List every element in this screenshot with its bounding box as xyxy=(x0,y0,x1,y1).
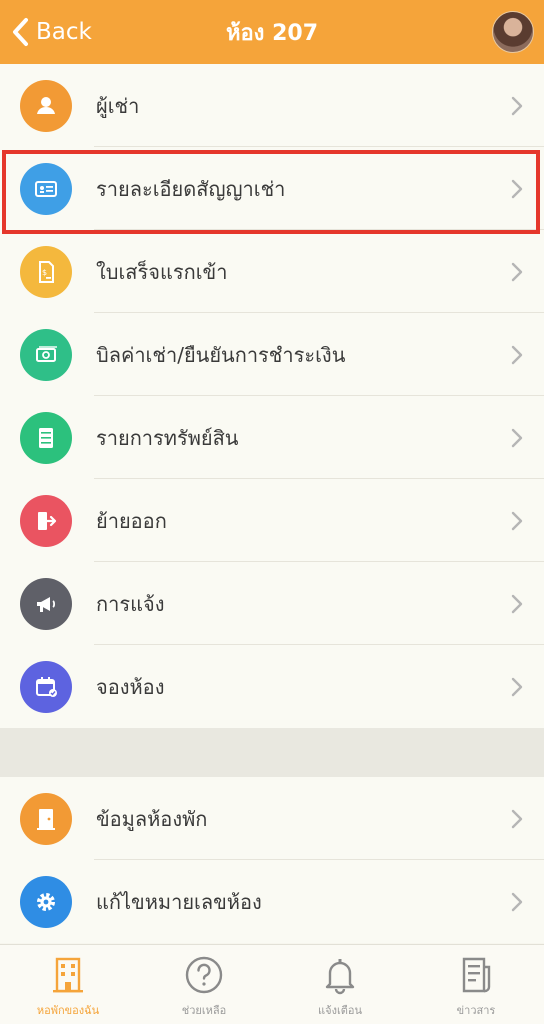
chevron-right-icon xyxy=(511,345,523,364)
back-label: Back xyxy=(36,19,92,45)
tab-news[interactable]: ข่าวสาร xyxy=(408,945,544,1024)
chevron-left-icon xyxy=(13,18,28,46)
section-divider xyxy=(0,728,544,778)
chevron-right-icon xyxy=(511,96,523,115)
header-bar: Back ห้อง 207 xyxy=(0,0,544,64)
megaphone-icon xyxy=(20,577,72,630)
menu-item-label: รายละเอียดสัญญาเช่า xyxy=(96,176,286,201)
door-icon xyxy=(20,792,72,845)
person-icon xyxy=(20,79,72,132)
svg-text:$: $ xyxy=(42,268,47,277)
menu-item-move-out[interactable]: ย้ายออก xyxy=(0,479,544,562)
gear-icon xyxy=(20,875,72,928)
tab-alerts[interactable]: แจ้งเตือน xyxy=(272,945,408,1024)
menu-item-label: แก้ไขหมายเลขห้อง xyxy=(96,889,262,914)
menu-item-edit-room-number[interactable]: แก้ไขหมายเลขห้อง xyxy=(0,860,544,943)
menu-item-rent-bill[interactable]: บิลค่าเช่า/ยืนยันการชำระเงิน xyxy=(0,313,544,396)
tab-label: หอพักของฉัน xyxy=(36,1004,100,1017)
receipt-icon: $ xyxy=(20,245,72,298)
chevron-right-icon xyxy=(511,428,523,447)
chevron-right-icon xyxy=(511,262,523,281)
chevron-right-icon xyxy=(511,892,523,911)
menu-item-contract-details[interactable]: รายละเอียดสัญญาเช่า xyxy=(0,147,544,230)
menu-item-room-info[interactable]: ข้อมูลห้องพัก xyxy=(0,777,544,860)
menu-item-label: รายการทรัพย์สิน xyxy=(96,425,239,450)
bell-icon xyxy=(325,959,355,995)
menu-item-label: ย้ายออก xyxy=(96,508,167,533)
id-card-icon xyxy=(20,162,72,215)
menu-item-label: ข้อมูลห้องพัก xyxy=(96,806,208,831)
menu-item-label: ใบเสร็จแรกเข้า xyxy=(96,259,228,284)
menu-item-tenant[interactable]: ผู้เช่า xyxy=(0,64,544,147)
chevron-right-icon xyxy=(511,511,523,530)
help-icon xyxy=(185,956,223,994)
cabinet-icon xyxy=(20,411,72,464)
chevron-right-icon xyxy=(511,179,523,198)
tab-label: ช่วยเหลือ xyxy=(181,1004,227,1017)
bottom-tab-bar: หอพักของฉัน ช่วยเหลือ แจ้งเตือน ข่าวสาร xyxy=(0,944,544,1024)
tab-label: ข่าวสาร xyxy=(456,1004,496,1017)
page-title: ห้อง 207 xyxy=(225,20,319,46)
building-icon xyxy=(53,957,83,993)
avatar[interactable] xyxy=(492,11,534,53)
menu-list: ผู้เช่า รายละเอียดสัญญาเช่า $ ใบเสร็จแรก… xyxy=(0,64,544,778)
chevron-right-icon xyxy=(511,594,523,613)
menu-item-label: จองห้อง xyxy=(96,674,165,699)
exit-door-icon xyxy=(20,494,72,547)
calendar-icon xyxy=(20,660,72,713)
chevron-right-icon xyxy=(511,677,523,696)
menu-item-first-receipt[interactable]: $ ใบเสร็จแรกเข้า xyxy=(0,230,544,313)
money-icon xyxy=(20,328,72,381)
room-settings-list: ข้อมูลห้องพัก แก้ไขหมายเลขห้อง xyxy=(0,777,544,943)
back-button[interactable]: Back xyxy=(8,12,92,52)
menu-item-label: ผู้เช่า xyxy=(96,93,140,118)
tab-label: แจ้งเตือน xyxy=(318,1004,362,1017)
tab-my-dorm[interactable]: หอพักของฉัน xyxy=(0,945,136,1024)
menu-item-label: บิลค่าเช่า/ยืนยันการชำระเงิน xyxy=(96,342,346,367)
menu-item-notifications[interactable]: การแจ้ง xyxy=(0,562,544,645)
tab-help[interactable]: ช่วยเหลือ xyxy=(136,945,272,1024)
menu-item-label: การแจ้ง xyxy=(96,591,165,616)
menu-item-book-room[interactable]: จองห้อง xyxy=(0,645,544,728)
chevron-right-icon xyxy=(511,809,523,828)
news-icon xyxy=(462,957,491,993)
menu-item-assets[interactable]: รายการทรัพย์สิน xyxy=(0,396,544,479)
